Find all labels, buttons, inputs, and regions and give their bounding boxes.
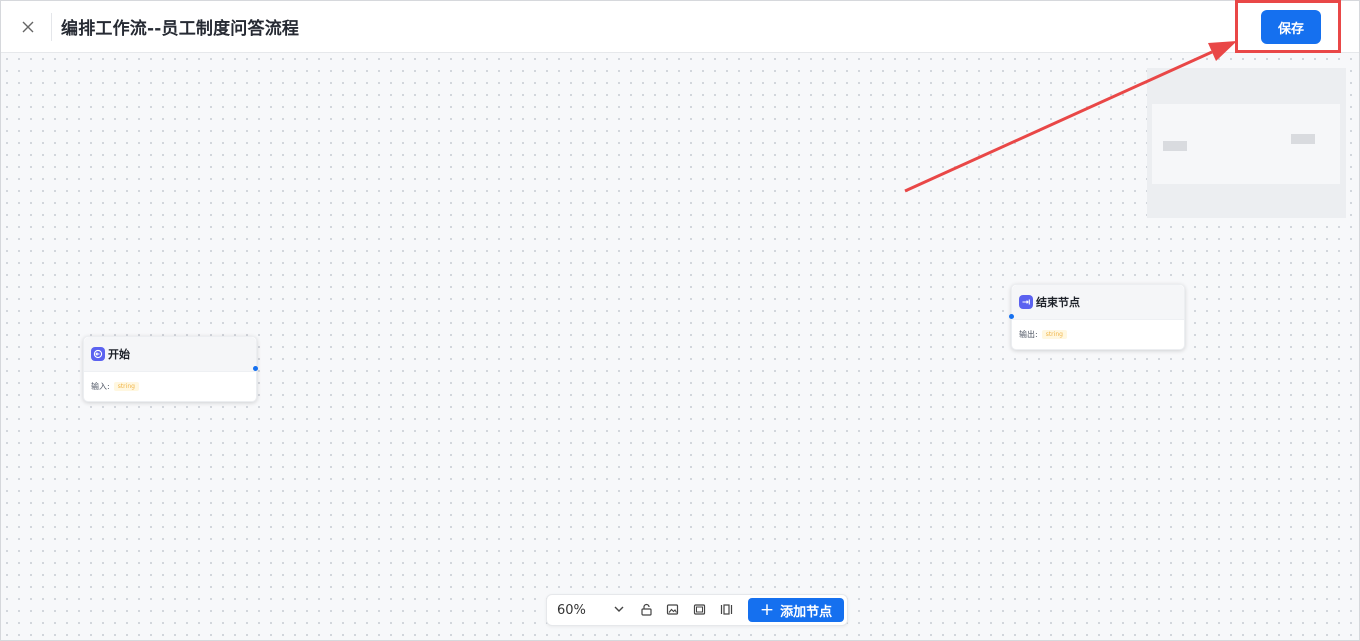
minimap[interactable] [1147, 68, 1346, 218]
node-title: 开始 [108, 348, 130, 361]
output-port[interactable] [253, 366, 258, 371]
node-io-label: 输入: [91, 382, 110, 391]
start-icon [91, 347, 105, 361]
layout-button[interactable] [717, 600, 735, 618]
canvas-toolbar: 60% + 添加节点 [546, 594, 848, 626]
layout-icon [720, 603, 732, 615]
node-body: 输入: string [84, 372, 256, 401]
lock-icon [640, 603, 652, 616]
add-node-label: 添加节点 [780, 604, 833, 620]
header-divider [51, 13, 52, 41]
workflow-canvas[interactable]: 开始 输入: string 结束节点 输出: string 60% + 添加节点 [1, 53, 1359, 640]
chevron-down-icon [614, 606, 624, 612]
add-node-button[interactable]: + 添加节点 [748, 598, 844, 622]
start-node[interactable]: 开始 输入: string [83, 336, 258, 402]
header-bar: 编排工作流--员工制度问答流程 保存 [1, 1, 1359, 53]
zoom-select[interactable]: 60% [553, 597, 629, 623]
workflow-editor: 编排工作流--员工制度问答流程 保存 开始 输入: string 结束节点 输出… [0, 0, 1360, 641]
node-title: 结束节点 [1036, 296, 1080, 309]
page-title: 编排工作流--员工制度问答流程 [61, 19, 300, 39]
node-header: 结束节点 [1012, 285, 1184, 320]
zoom-value: 60% [557, 602, 586, 618]
type-tag: string [1041, 330, 1067, 339]
end-node[interactable]: 结束节点 输出: string [1009, 284, 1185, 350]
export-image-button[interactable] [663, 600, 681, 618]
input-port[interactable] [1009, 314, 1014, 319]
image-icon [666, 603, 678, 615]
save-button[interactable]: 保存 [1261, 10, 1321, 44]
minimap-node-start [1163, 141, 1187, 151]
close-icon [22, 21, 34, 33]
type-tag: string [113, 382, 139, 391]
node-io-label: 输出: [1019, 330, 1038, 339]
close-button[interactable] [17, 16, 39, 38]
lock-button[interactable] [637, 600, 655, 618]
fit-view-button[interactable] [690, 600, 708, 618]
end-icon [1019, 295, 1033, 309]
node-header: 开始 [84, 337, 256, 372]
fit-view-icon [693, 603, 705, 615]
plus-icon: + [759, 599, 775, 620]
minimap-node-end [1291, 134, 1315, 144]
node-body: 输出: string [1012, 320, 1184, 349]
